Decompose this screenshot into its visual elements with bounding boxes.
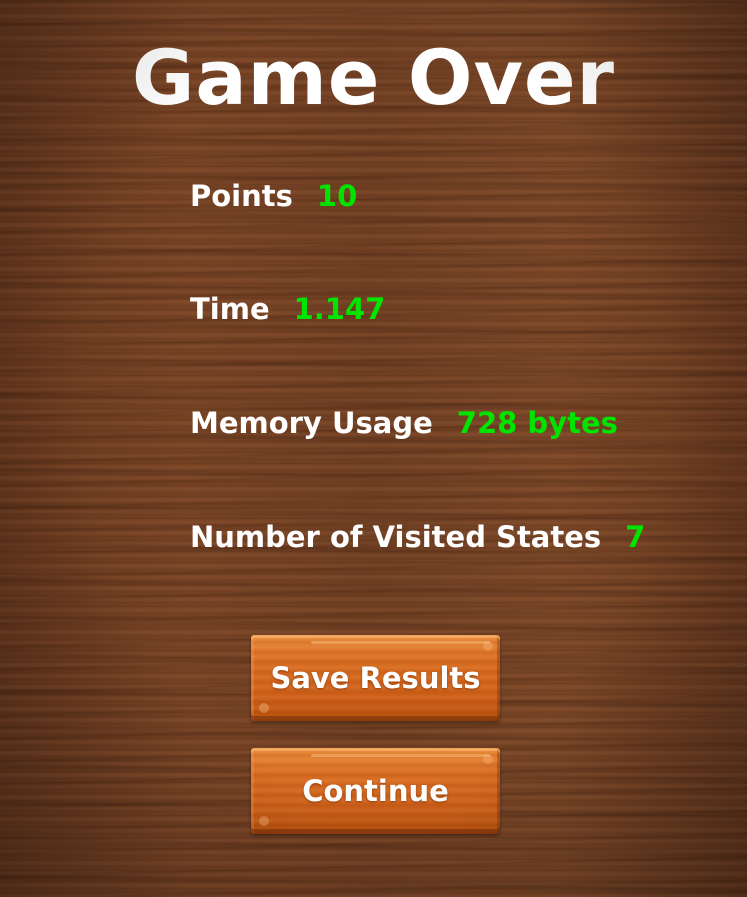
stat-memory-usage-label: Memory Usage (190, 406, 433, 440)
stat-time: Time 1.147 (190, 291, 385, 327)
stat-memory-usage-value: 728 bytes (456, 406, 618, 440)
stat-points-value: 10 (316, 179, 358, 213)
save-results-label: Save Results (270, 661, 481, 695)
stat-visited-states-label: Number of Visited States (190, 520, 602, 554)
game-over-screen: Game Over Points 10 Time 1.147 Memory Usag… (0, 0, 747, 897)
stat-points: Points 10 (190, 178, 357, 214)
stat-time-value: 1.147 (293, 292, 386, 326)
continue-label: Continue (302, 774, 449, 808)
game-over-title: Game Over (131, 33, 616, 122)
stat-visited-states-value: 7 (625, 520, 646, 554)
stat-time-label: Time (190, 292, 270, 326)
stat-points-label: Points (190, 179, 293, 213)
stat-visited-states: Number of Visited States 7 (190, 519, 645, 555)
save-results-button[interactable]: Save Results (251, 635, 500, 721)
continue-button[interactable]: Continue (251, 748, 500, 834)
stat-memory-usage: Memory Usage 728 bytes (190, 405, 618, 441)
